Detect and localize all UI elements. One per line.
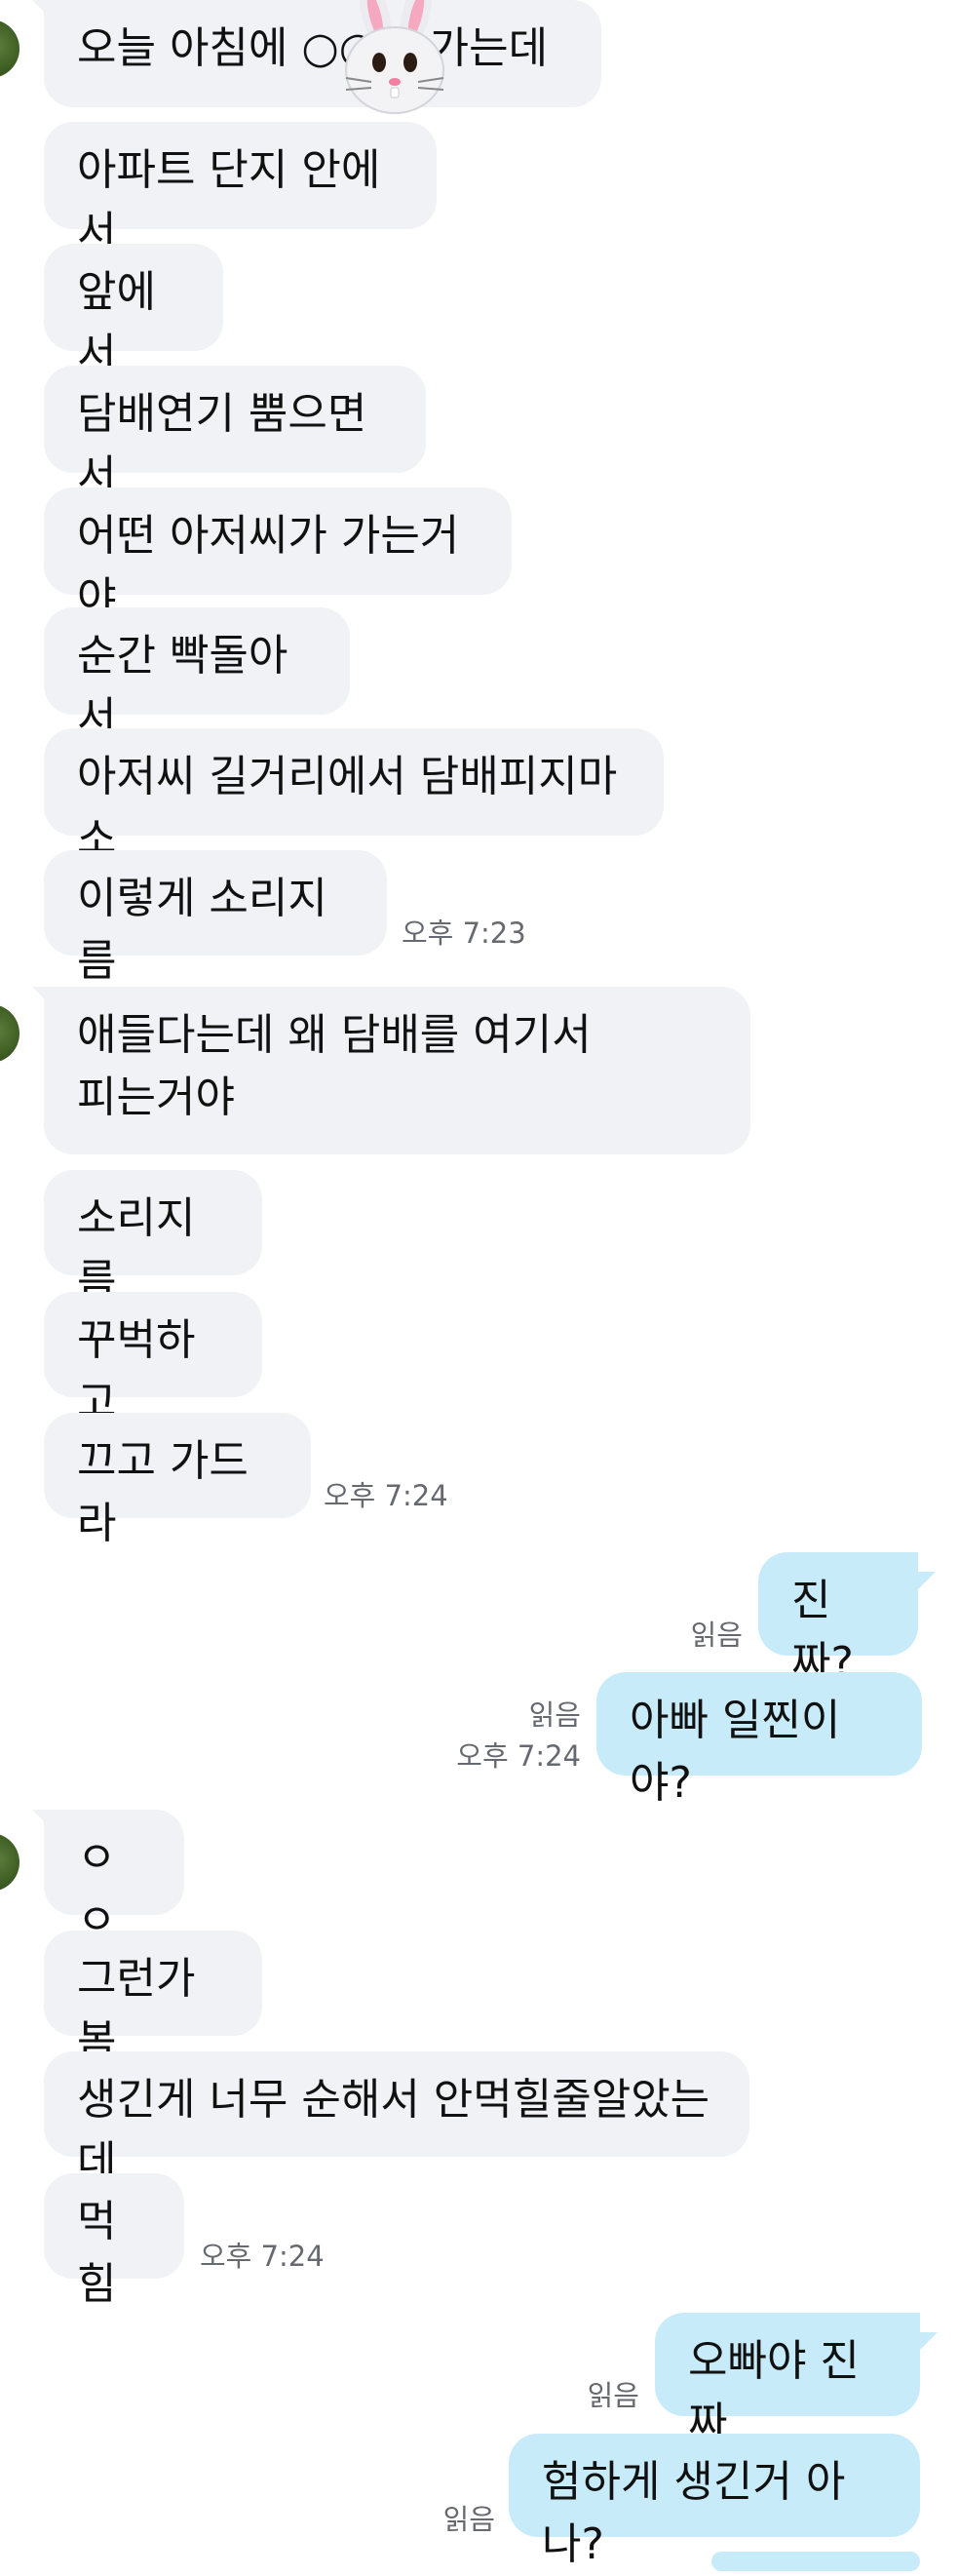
read-receipt: 읽음 xyxy=(442,2503,495,2536)
sender-avatar[interactable] xyxy=(0,1004,19,1063)
incoming-message[interactable]: 소리지름 xyxy=(44,1170,262,1306)
incoming-message[interactable]: 이렇게 소리지름 xyxy=(44,850,387,986)
message-text: 먹힘 xyxy=(77,2197,117,2309)
sender-avatar[interactable] xyxy=(0,20,19,78)
incoming-message[interactable]: 꾸벅하고 xyxy=(44,1292,262,1427)
outgoing-message[interactable]: 아빠 일찐이야? xyxy=(596,1672,922,1808)
incoming-message[interactable]: 순간 빡돌아서 xyxy=(44,607,350,743)
message-text: 순간 빡돌아서 xyxy=(77,631,288,743)
incoming-message[interactable]: 담배연기 뿜으면서 xyxy=(44,366,426,501)
message-time: 오후 7:23 xyxy=(402,917,526,950)
sender-avatar[interactable] xyxy=(0,1833,19,1892)
outgoing-message[interactable]: 험하게 생긴거 아나? xyxy=(509,2434,920,2569)
message-text: 아저씨 길거리에서 담배피지마소 xyxy=(77,752,618,864)
message-text: 아파트 단지 안에서 xyxy=(77,145,381,257)
rabbit-face-icon xyxy=(345,0,444,114)
message-time: 오후 7:24 xyxy=(200,2240,325,2273)
message-text: 꾸벅하고 xyxy=(77,1315,196,1427)
read-receipt: 읽음 xyxy=(690,1619,743,1652)
message-text: 애들다는데 왜 담배를 여기서 피는거야 xyxy=(77,1010,592,1122)
incoming-message[interactable]: 아저씨 길거리에서 담배피지마소 xyxy=(44,728,664,864)
incoming-message[interactable]: 오늘 아침에 ○○랑 가는데 xyxy=(32,0,601,114)
incoming-message[interactable]: 그런가봄 xyxy=(44,1931,262,2066)
read-receipt: 읽음 xyxy=(528,1698,581,1732)
message-time: 오후 7:24 xyxy=(324,1479,448,1512)
incoming-message[interactable]: 어떤 아저씨가 가는거야 xyxy=(44,488,512,623)
outgoing-message[interactable]: 진짜? xyxy=(758,1552,936,1688)
message-text: 소리지름 xyxy=(77,1193,196,1306)
incoming-message[interactable]: 먹힘 xyxy=(44,2173,184,2309)
message-text: 오빠야 진짜 xyxy=(688,2336,860,2448)
incoming-message[interactable]: ㅇㅇ xyxy=(32,1810,184,1945)
incoming-message[interactable]: 아파트 단지 안에서 xyxy=(44,122,437,257)
message-text: 담배연기 뿜으면서 xyxy=(77,389,367,501)
read-receipt: 읽음 xyxy=(587,2379,639,2412)
message-text: 그런가봄 xyxy=(77,1954,196,2066)
message-text: 진짜? xyxy=(791,1576,854,1688)
message-text: 끄고 가드라 xyxy=(77,1436,249,1548)
message-time: 오후 7:24 xyxy=(456,1739,581,1773)
incoming-message[interactable]: 앞에서 xyxy=(44,244,223,379)
message-text: ㅇㅇ xyxy=(77,1833,117,1945)
outgoing-message-partial[interactable] xyxy=(711,2552,920,2571)
message-text: 생긴게 너무 순해서 안먹힐줄알았는데 xyxy=(77,2075,710,2187)
message-text: 어떤 아저씨가 가는거야 xyxy=(77,511,460,623)
incoming-message[interactable]: 끄고 가드라 xyxy=(44,1413,311,1548)
incoming-message[interactable]: 애들다는데 왜 담배를 여기서 피는거야 xyxy=(32,987,750,1154)
message-text: 오늘 아침에 ○○랑 가는데 xyxy=(77,23,549,73)
message-text: 앞에서 xyxy=(77,267,156,379)
message-text: 이렇게 소리지름 xyxy=(77,874,327,986)
message-text: 아빠 일찐이야? xyxy=(630,1696,841,1808)
outgoing-message[interactable]: 오빠야 진짜 xyxy=(655,2313,938,2448)
incoming-message[interactable]: 생긴게 너무 순해서 안먹힐줄알았는데 xyxy=(44,2051,749,2187)
